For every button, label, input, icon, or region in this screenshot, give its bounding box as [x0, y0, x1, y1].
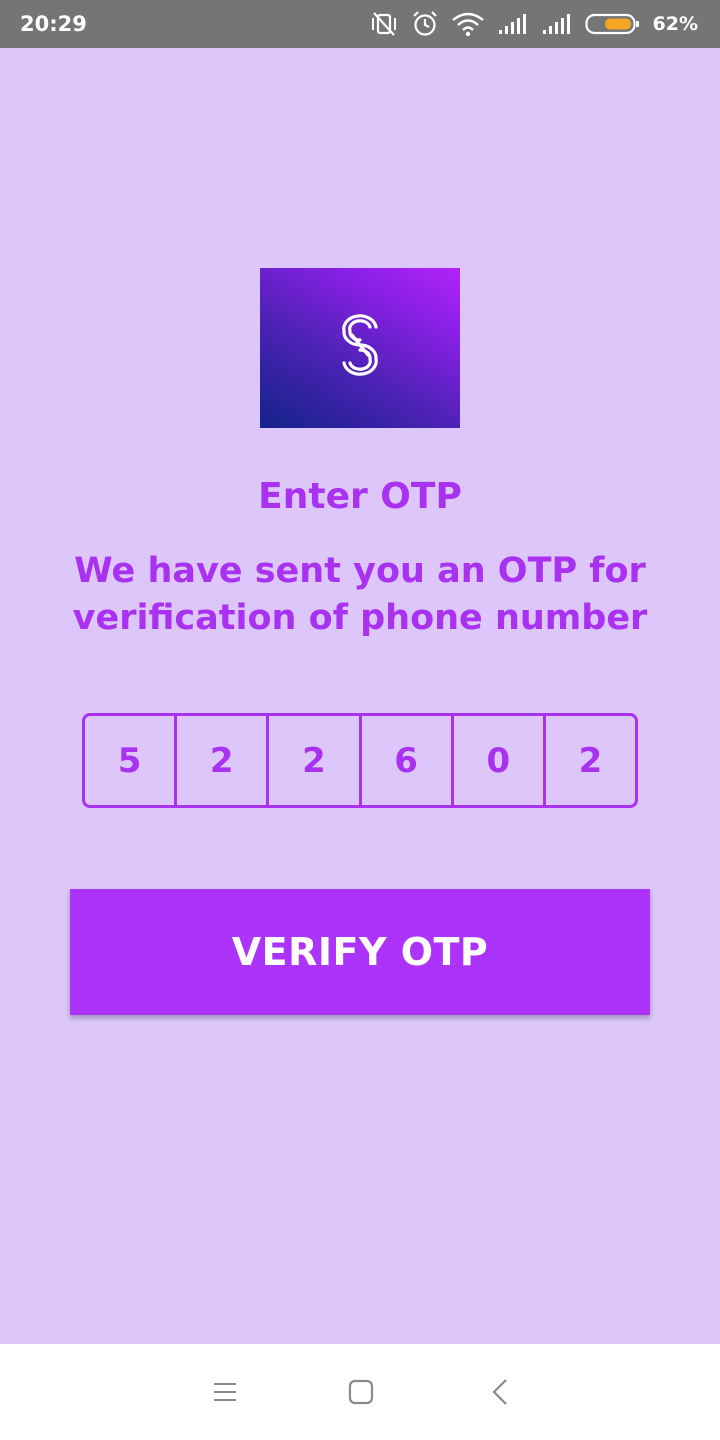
otp-input-group: 5 2 2 6 0 2	[82, 713, 638, 808]
subtitle-line-2: verification of phone number	[72, 598, 648, 638]
otp-digit-4[interactable]: 6	[362, 716, 454, 805]
vibrate-off-icon	[369, 10, 399, 38]
alarm-icon	[411, 10, 439, 38]
otp-digit-3[interactable]: 2	[269, 716, 362, 805]
battery-icon	[584, 12, 641, 36]
subtitle-line-1: We have sent you an OTP for	[74, 551, 646, 591]
otp-digit-2[interactable]: 2	[177, 716, 270, 805]
status-bar: 20:29 62%	[0, 0, 720, 48]
system-nav-bar	[0, 1344, 720, 1440]
menu-icon[interactable]	[205, 1372, 245, 1412]
page-subtitle: We have sent you an OTP for verification…	[60, 548, 660, 642]
s-swirl-logo-icon	[332, 313, 388, 384]
app-logo	[260, 268, 460, 428]
page-title: Enter OTP	[258, 476, 462, 517]
otp-digit-6[interactable]: 2	[546, 716, 635, 805]
signal-2-icon	[541, 12, 573, 36]
signal-1-icon	[497, 12, 529, 36]
battery-percent: 62%	[652, 13, 698, 35]
home-square-icon[interactable]	[341, 1372, 381, 1412]
otp-digit-5[interactable]: 0	[454, 716, 546, 805]
wifi-icon	[451, 10, 485, 38]
back-chevron-icon[interactable]	[480, 1372, 520, 1412]
status-time: 20:29	[20, 12, 87, 36]
otp-screen: Enter OTP We have sent you an OTP for ve…	[0, 48, 720, 1344]
verify-otp-button[interactable]: VERIFY OTP	[70, 889, 650, 1015]
otp-digit-1[interactable]: 5	[85, 716, 178, 805]
status-icons: 62%	[369, 10, 698, 38]
